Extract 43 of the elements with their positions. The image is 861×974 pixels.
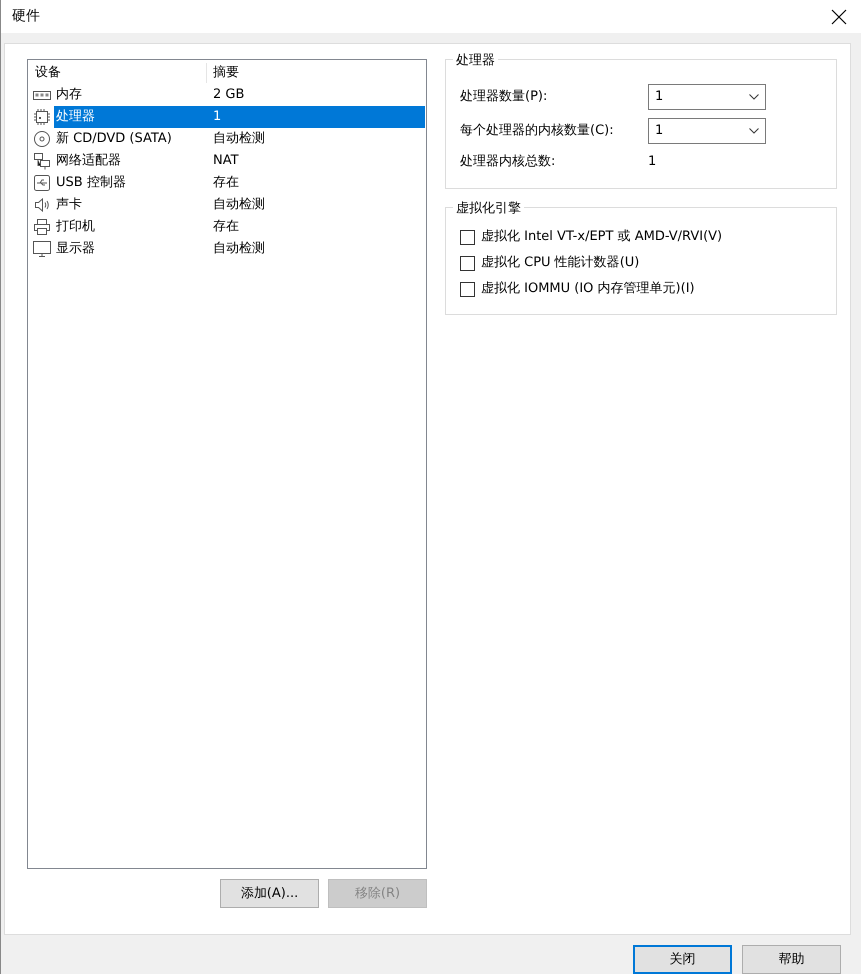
checkbox[interactable] xyxy=(460,230,475,244)
close-icon[interactable] xyxy=(831,8,847,24)
dropdown[interactable]: 1 xyxy=(648,84,766,110)
usb-icon xyxy=(32,174,52,192)
device-summary[interactable]: 存在 xyxy=(207,172,425,194)
device-summary[interactable]: 自动检测 xyxy=(207,238,425,260)
close-button[interactable]: 关闭 xyxy=(633,945,732,974)
device-summary[interactable]: 自动检测 xyxy=(207,128,425,150)
device-name[interactable]: 处理器 xyxy=(54,106,207,128)
column-header[interactable]: 摘要 xyxy=(207,63,239,83)
checkbox[interactable] xyxy=(460,256,475,270)
field-value: 1 xyxy=(648,153,656,172)
device-summary[interactable]: 存在 xyxy=(207,216,425,238)
device-name[interactable]: 内存 xyxy=(54,84,84,106)
checkbox-label[interactable]: 虚拟化 IOMMU (IO 内存管理单元)(I) xyxy=(481,279,695,299)
chevron-icon xyxy=(749,128,759,134)
printer-icon xyxy=(32,218,52,236)
device-name[interactable]: 声卡 xyxy=(54,194,84,216)
checkbox-label[interactable]: 虚拟化 Intel VT-x/EPT 或 AMD-V/RVI(V) xyxy=(481,227,722,247)
device-summary[interactable]: NAT xyxy=(207,150,425,172)
help-button[interactable]: 帮助 xyxy=(742,945,841,974)
field-label: 每个处理器的内核数量(C): xyxy=(460,122,615,140)
checkbox[interactable] xyxy=(460,282,475,296)
column-header[interactable]: 设备 xyxy=(29,63,207,83)
device-name[interactable]: 网络适配器 xyxy=(54,150,123,172)
checkbox-label[interactable]: 虚拟化 CPU 性能计数器(U) xyxy=(481,253,640,273)
network-icon xyxy=(32,152,52,170)
add-button[interactable]: 添加(A)... xyxy=(220,879,319,908)
disc-icon xyxy=(32,130,52,148)
monitor-icon xyxy=(32,240,52,258)
dropdown[interactable]: 1 xyxy=(648,118,766,144)
chevron-icon xyxy=(749,94,759,100)
device-name[interactable]: USB 控制器 xyxy=(54,172,128,194)
device-name[interactable]: 新 CD/DVD (SATA) xyxy=(54,128,174,150)
chip-icon xyxy=(32,108,52,126)
field-label: 处理器数量(P): xyxy=(460,88,548,106)
device-name[interactable]: 打印机 xyxy=(54,216,97,238)
window-title: 硬件 xyxy=(12,7,40,26)
device-name[interactable]: 显示器 xyxy=(54,238,97,260)
device-summary[interactable]: 2 GB xyxy=(207,84,425,106)
device-summary[interactable]: 1 xyxy=(207,106,425,128)
field-label: 处理器内核总数: xyxy=(460,153,556,172)
device-summary[interactable]: 自动检测 xyxy=(207,194,425,216)
